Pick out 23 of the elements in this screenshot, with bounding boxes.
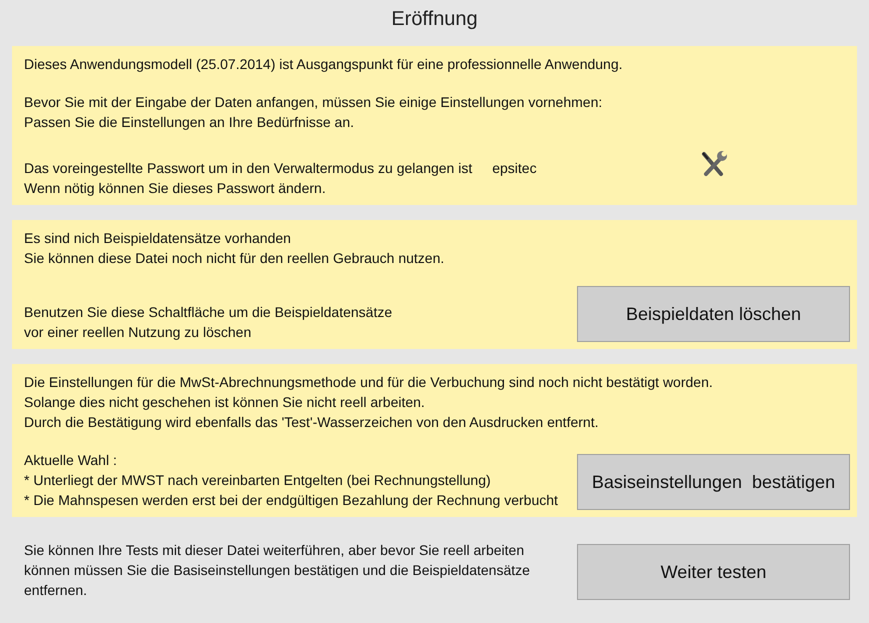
info-text: Bevor Sie mit der Eingabe der Daten anfangen, müssen Sie einige Einstellungen vornehmen:: [24, 93, 604, 112]
info-text: * Die Mahnspesen werden erst bei der endgültigen Bezahlung der Rechnung verbucht: [24, 491, 558, 510]
info-text: Passen Sie die Einstellungen an Ihre Bedürfnisse an.: [24, 113, 355, 132]
info-text: Dieses Anwendungsmodell (25.07.2014) ist Ausgangspunkt für eine professionnelle Anwendung.: [24, 55, 624, 74]
action-button[interactable]: Beispieldaten löschen: [577, 286, 850, 342]
password-value: epsitec: [492, 159, 537, 178]
password-label: Das voreingestellte Passwort um in den Verwaltermodus zu gelangen ist: [24, 159, 472, 178]
info-text: Es sind nich Beispieldatensätze vorhanden: [24, 229, 292, 248]
info-text: Aktuelle Wahl :: [24, 451, 118, 470]
page-title: Eröffnung: [390, 7, 479, 32]
action-button[interactable]: Weiter testen: [577, 544, 850, 600]
info-text: Sie können Ihre Tests mit dieser Datei weiterführen, aber bevor Sie reell arbeiten: [24, 541, 526, 560]
info-text: Die Einstellungen für die MwSt-Abrechnungsmethode und für die Verbuchung sind noch nicht bestätigt worden.: [24, 373, 714, 392]
action-button[interactable]: Basiseinstellungen bestätigen: [577, 454, 850, 510]
info-text: können müssen Sie die Basiseinstellungen bestätigen und die Beispieldatensätze: [24, 561, 530, 580]
info-text: Solange dies nicht geschehen ist können Sie nicht reell arbeiten.: [24, 393, 426, 412]
info-text: * Unterliegt der MWST nach vereinbarten Entgelten (bei Rechnungstellung): [24, 471, 492, 490]
info-text: vor einer reellen Nutzung zu löschen: [24, 323, 252, 342]
info-text: Benutzen Sie diese Schaltfläche um die Beispieldatensätze: [24, 303, 392, 322]
info-text: entfernen.: [24, 581, 88, 600]
info-text: Sie können diese Datei noch nicht für den reellen Gebrauch nutzen.: [24, 249, 446, 268]
info-text: Durch die Bestätigung wird ebenfalls das 'Test'-Wasserzeichen von den Ausdrucken entfernt.: [24, 413, 600, 432]
info-text: Wenn nötig können Sie dieses Passwort ändern.: [24, 179, 327, 198]
